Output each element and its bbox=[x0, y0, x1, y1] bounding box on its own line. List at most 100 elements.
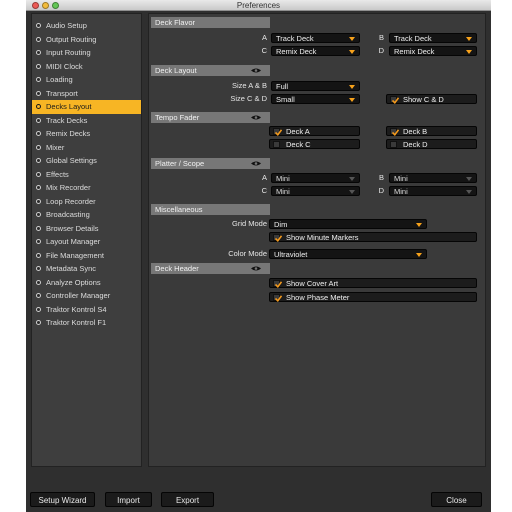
sidebar-item-label: Traktor Kontrol S4 bbox=[46, 304, 107, 314]
sidebar-item-track-decks[interactable]: Track Decks bbox=[32, 114, 141, 128]
dropdown-arrow-icon bbox=[466, 37, 472, 41]
sidebar-item-loading[interactable]: Loading bbox=[32, 73, 141, 87]
check-icon bbox=[275, 281, 282, 288]
sidebar-item-traktor-kontrol-s4[interactable]: Traktor Kontrol S4 bbox=[32, 303, 141, 317]
section-header-tempo-fader: Tempo Fader bbox=[151, 112, 270, 123]
check-icon bbox=[392, 129, 399, 136]
color-mode-select[interactable]: Ultraviolet bbox=[269, 249, 427, 259]
tempo-fader-deck-b-checkbox[interactable]: Deck B bbox=[386, 126, 477, 136]
checkbox-label: Deck C bbox=[286, 140, 311, 149]
sidebar-item-traktor-kontrol-f1[interactable]: Traktor Kontrol F1 bbox=[32, 316, 141, 330]
sidebar-item-remix-decks[interactable]: Remix Decks bbox=[32, 127, 141, 141]
deck-a-flavor-select[interactable]: Track Deck bbox=[271, 33, 360, 43]
setup-wizard-button[interactable]: Setup Wizard bbox=[30, 492, 95, 507]
sidebar-item-transport[interactable]: Transport bbox=[32, 87, 141, 101]
decks-layout-panel: Deck Flavor A Track Deck B Track Deck C … bbox=[148, 13, 486, 467]
section-title: Deck Flavor bbox=[155, 18, 196, 27]
sidebar-item-analyze-options[interactable]: Analyze Options bbox=[32, 276, 141, 290]
sidebar-item-effects[interactable]: Effects bbox=[32, 168, 141, 182]
select-value: Mini bbox=[394, 174, 408, 183]
deck-c-flavor-select[interactable]: Remix Deck bbox=[271, 46, 360, 56]
sidebar-item-audio-setup[interactable]: Audio Setup bbox=[32, 19, 141, 33]
sidebar-item-mix-recorder[interactable]: Mix Recorder bbox=[32, 181, 141, 195]
radio-bullet-icon bbox=[36, 63, 41, 69]
sidebar-item-global-settings[interactable]: Global Settings bbox=[32, 154, 141, 168]
radio-bullet-icon bbox=[36, 131, 41, 136]
radio-bullet-icon bbox=[36, 104, 41, 109]
sidebar-item-layout-manager[interactable]: Layout Manager bbox=[32, 235, 141, 249]
radio-bullet-icon bbox=[36, 144, 41, 150]
tempo-fader-deck-c-checkbox[interactable]: Deck C bbox=[269, 139, 360, 149]
show-phase-meter-checkbox[interactable]: Show Phase Meter bbox=[269, 292, 477, 302]
eye-icon[interactable] bbox=[251, 115, 261, 120]
checkbox-box bbox=[273, 234, 282, 242]
eye-icon[interactable] bbox=[251, 266, 261, 271]
check-icon bbox=[392, 97, 399, 104]
dropdown-arrow-icon bbox=[349, 37, 355, 41]
platter-c-label: C bbox=[261, 186, 267, 195]
sidebar-item-label: Metadata Sync bbox=[46, 264, 97, 273]
deck-d-flavor-select[interactable]: Remix Deck bbox=[389, 46, 477, 56]
sidebar-item-label: Decks Layout bbox=[46, 102, 92, 111]
deck-b-flavor-select[interactable]: Track Deck bbox=[389, 33, 477, 43]
sidebar-item-label: Broadcasting bbox=[46, 210, 90, 219]
sidebar-item-label: Loading bbox=[46, 75, 73, 84]
radio-bullet-icon bbox=[36, 158, 41, 163]
platter-b-select[interactable]: Mini bbox=[389, 173, 477, 183]
sidebar-item-broadcasting[interactable]: Broadcasting bbox=[32, 208, 141, 222]
sidebar-item-decks-layout[interactable]: Decks Layout bbox=[32, 100, 141, 114]
import-button[interactable]: Import bbox=[105, 492, 152, 507]
sidebar-item-midi-clock[interactable]: MIDI Clock bbox=[32, 60, 141, 74]
sidebar-item-browser-details[interactable]: Browser Details bbox=[32, 222, 141, 236]
sidebar-item-metadata-sync[interactable]: Metadata Sync bbox=[32, 262, 141, 276]
sidebar-item-label: Track Decks bbox=[46, 115, 88, 125]
radio-bullet-icon bbox=[36, 239, 41, 244]
radio-bullet-icon bbox=[36, 252, 41, 258]
radio-bullet-icon bbox=[36, 279, 41, 285]
sidebar-item-label: Global Settings bbox=[46, 156, 97, 165]
title-bar[interactable]: Preferences bbox=[26, 0, 491, 11]
check-icon bbox=[275, 129, 282, 136]
radio-bullet-icon bbox=[36, 50, 41, 55]
select-value: Mini bbox=[394, 187, 408, 196]
size-cd-select[interactable]: Small bbox=[271, 94, 360, 104]
radio-bullet-icon bbox=[36, 90, 41, 96]
section-title: Deck Header bbox=[155, 264, 199, 273]
sidebar-item-label: Audio Setup bbox=[46, 21, 87, 30]
select-value: Mini bbox=[276, 174, 290, 183]
export-button[interactable]: Export bbox=[161, 492, 214, 507]
close-button[interactable]: Close bbox=[431, 492, 482, 507]
select-value: Small bbox=[276, 95, 295, 104]
grid-mode-select[interactable]: Dim bbox=[269, 219, 427, 229]
sidebar-item-input-routing[interactable]: Input Routing bbox=[32, 46, 141, 60]
radio-bullet-icon bbox=[36, 306, 41, 312]
dropdown-arrow-icon bbox=[349, 50, 355, 54]
size-ab-select[interactable]: Full bbox=[271, 81, 360, 91]
show-minute-markers-checkbox[interactable]: Show Minute Markers bbox=[269, 232, 477, 242]
dropdown-arrow-icon bbox=[349, 98, 355, 102]
sidebar-item-controller-manager[interactable]: Controller Manager bbox=[32, 289, 141, 303]
eye-icon[interactable] bbox=[251, 161, 261, 166]
sidebar-item-label: Output Routing bbox=[46, 34, 97, 44]
platter-c-select[interactable]: Mini bbox=[271, 186, 360, 196]
radio-bullet-icon bbox=[36, 212, 41, 217]
sidebar-item-loop-recorder[interactable]: Loop Recorder bbox=[32, 195, 141, 209]
radio-bullet-icon bbox=[36, 198, 41, 204]
checkbox-box bbox=[273, 294, 282, 302]
show-cover-art-checkbox[interactable]: Show Cover Art bbox=[269, 278, 477, 288]
eye-icon[interactable] bbox=[251, 68, 261, 73]
preferences-window: Preferences Audio Setup Output Routing Inp… bbox=[26, 0, 491, 512]
radio-bullet-icon bbox=[36, 117, 41, 123]
sidebar-item-output-routing[interactable]: Output Routing bbox=[32, 33, 141, 47]
tempo-fader-deck-a-checkbox[interactable]: Deck A bbox=[269, 126, 360, 136]
sidebar-item-mixer[interactable]: Mixer bbox=[32, 141, 141, 155]
platter-a-select[interactable]: Mini bbox=[271, 173, 360, 183]
sidebar-item-file-management[interactable]: File Management bbox=[32, 249, 141, 263]
tempo-fader-deck-d-checkbox[interactable]: Deck D bbox=[386, 139, 477, 149]
dropdown-arrow-icon bbox=[349, 85, 355, 89]
select-value: Dim bbox=[274, 220, 288, 229]
show-cd-checkbox[interactable]: Show C & D bbox=[386, 94, 477, 104]
section-title: Deck Layout bbox=[155, 66, 197, 75]
platter-d-select[interactable]: Mini bbox=[389, 186, 477, 196]
grid-mode-label: Grid Mode bbox=[231, 219, 267, 228]
